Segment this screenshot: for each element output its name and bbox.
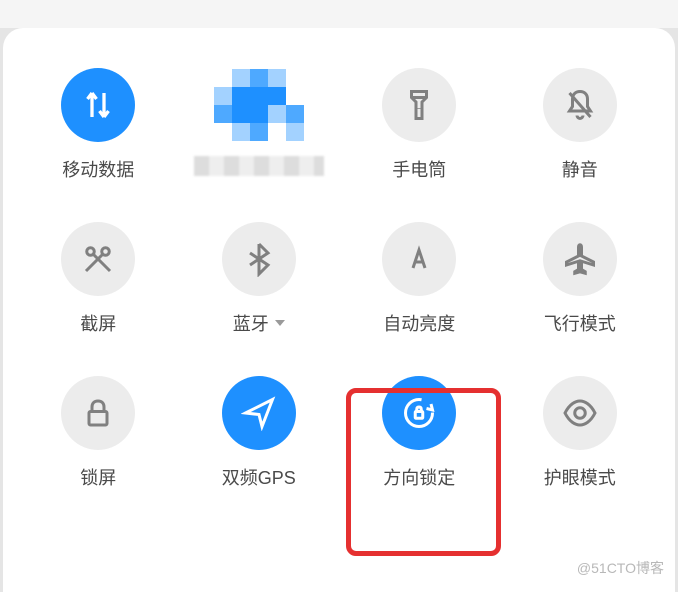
tile-bluetooth[interactable]: 蓝牙 <box>189 222 329 336</box>
auto-brightness-icon <box>382 222 456 296</box>
tile-screenshot[interactable]: 截屏 <box>28 222 168 336</box>
tile-lock-screen[interactable]: 锁屏 <box>28 376 168 490</box>
tile-label: 方向锁定 <box>383 464 455 490</box>
tile-label: 双频GPS <box>222 464 296 490</box>
tile-label-obscured <box>194 156 324 176</box>
tile-label: 蓝牙 <box>233 310 269 336</box>
tile-label: 截屏 <box>80 310 116 336</box>
mute-icon <box>543 68 617 142</box>
tile-auto-brightness[interactable]: 自动亮度 <box>349 222 489 336</box>
rotation-lock-icon <box>382 376 456 450</box>
scissors-icon <box>61 222 135 296</box>
tile-label: 飞行模式 <box>544 310 616 336</box>
tile-label: 移动数据 <box>62 156 134 182</box>
tile-mobile-data[interactable]: 移动数据 <box>28 68 168 182</box>
tile-dual-gps[interactable]: 双频GPS <box>189 376 329 490</box>
quick-settings-grid: 移动数据 手电筒 静音 <box>23 68 655 490</box>
tile-label: 锁屏 <box>80 464 116 490</box>
tile-mute[interactable]: 静音 <box>510 68 650 182</box>
tile-eye-care[interactable]: 护眼模式 <box>510 376 650 490</box>
tile-airplane[interactable]: 飞行模式 <box>510 222 650 336</box>
watermark: @51CTO博客 <box>577 558 664 578</box>
status-bar <box>0 0 678 28</box>
tile-label: 自动亮度 <box>383 310 455 336</box>
tile-label: 静音 <box>562 156 598 182</box>
airplane-icon <box>543 222 617 296</box>
wifi-icon <box>214 68 304 142</box>
tile-rotation-lock[interactable]: 方向锁定 <box>349 376 489 490</box>
data-arrows-icon <box>61 68 135 142</box>
gps-icon <box>222 376 296 450</box>
quick-settings-panel: 移动数据 手电筒 静音 <box>3 28 675 592</box>
eye-icon <box>543 376 617 450</box>
bluetooth-icon <box>222 222 296 296</box>
tile-label: 手电筒 <box>392 156 446 182</box>
flashlight-icon <box>382 68 456 142</box>
tile-label: 护眼模式 <box>544 464 616 490</box>
tile-flashlight[interactable]: 手电筒 <box>349 68 489 182</box>
lock-icon <box>61 376 135 450</box>
chevron-down-icon <box>275 320 285 326</box>
tile-wifi[interactable] <box>189 68 329 182</box>
